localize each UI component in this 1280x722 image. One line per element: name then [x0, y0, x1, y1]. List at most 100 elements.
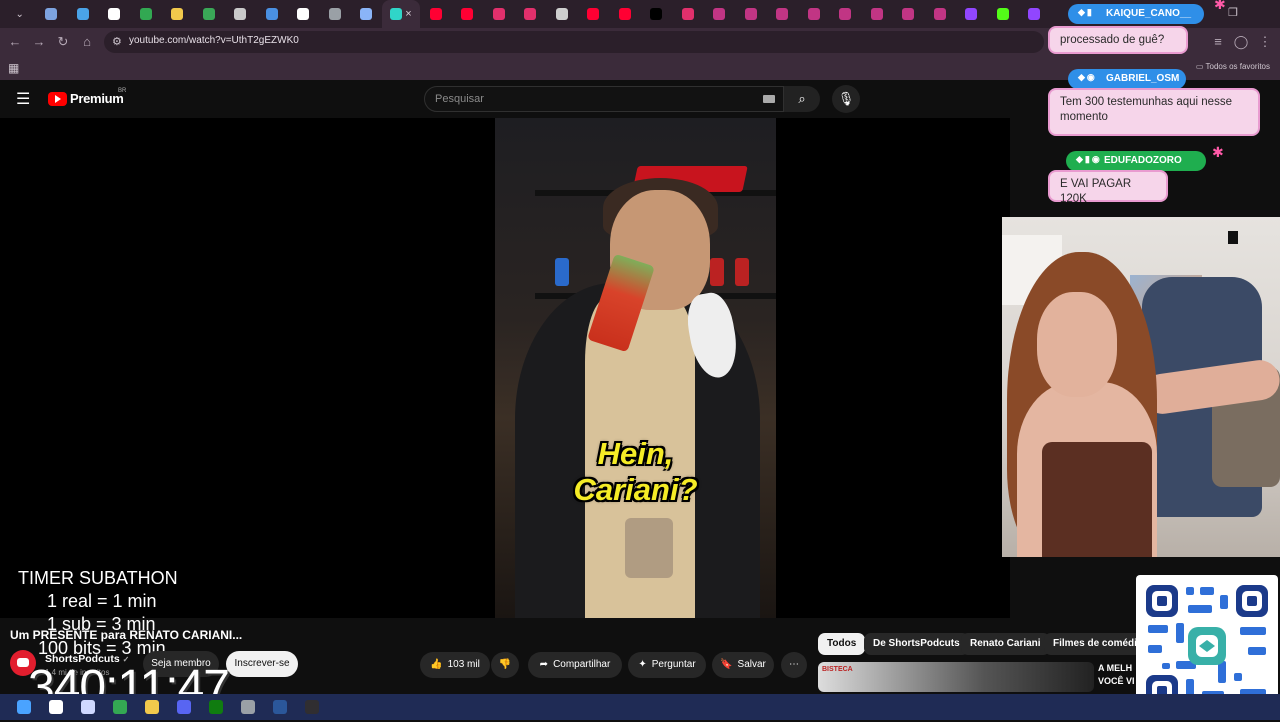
- browser-tab[interactable]: [578, 0, 610, 28]
- browser-tab[interactable]: [288, 0, 320, 28]
- thumbs-up-icon: 👍: [430, 659, 443, 670]
- close-tab-icon[interactable]: ×: [405, 8, 411, 20]
- webcam-camera-object: [1228, 231, 1238, 244]
- browser-tab[interactable]: [704, 0, 736, 28]
- menu-kebab-icon[interactable]: ⋮: [1257, 34, 1273, 50]
- browser-tab[interactable]: ×: [382, 0, 420, 28]
- chat-message-3: E VAI PAGAR 120K: [1048, 170, 1168, 205]
- youtube-premium-logo[interactable]: Premium BR: [48, 88, 126, 106]
- share-button[interactable]: ➦ Compartilhar: [528, 652, 622, 678]
- browser-tab[interactable]: [609, 0, 641, 28]
- browser-tab[interactable]: [515, 0, 547, 28]
- share-icon: ➦: [539, 659, 549, 670]
- browser-tab[interactable]: [956, 0, 988, 28]
- browser-tab[interactable]: [36, 0, 68, 28]
- browser-tab[interactable]: [225, 0, 257, 28]
- search-input[interactable]: Pesquisar: [424, 86, 784, 112]
- sparkle-icon: ✱: [1212, 144, 1224, 160]
- dislike-button[interactable]: 👎: [491, 652, 519, 678]
- browser-tab[interactable]: [641, 0, 673, 28]
- browser-tab[interactable]: [1019, 0, 1051, 28]
- chip-de-shortspodcuts[interactable]: De ShortsPodcuts: [864, 633, 969, 655]
- tab-favicon-icon: [555, 8, 568, 20]
- browser-tab[interactable]: [735, 0, 767, 28]
- home-icon[interactable]: ⌂: [79, 34, 95, 49]
- browser-tab[interactable]: [420, 0, 452, 28]
- browser-tab[interactable]: [162, 0, 194, 28]
- tab-favicon-icon: [139, 8, 152, 20]
- browser-tab[interactable]: [99, 0, 131, 28]
- search-icon: [49, 700, 63, 714]
- tab-favicon-icon: [429, 8, 442, 20]
- logo-brand-text: Premium: [70, 91, 124, 106]
- browser-tab[interactable]: [987, 0, 1019, 28]
- tab-favicon-icon: [108, 8, 121, 20]
- browser-tab[interactable]: [483, 0, 515, 28]
- browser-tab[interactable]: [546, 0, 578, 28]
- settings-icon: [241, 700, 255, 714]
- browser-tab[interactable]: [319, 0, 351, 28]
- browser-tab[interactable]: [861, 0, 893, 28]
- taskbar-obs-button[interactable]: [296, 694, 328, 720]
- tab-search-button[interactable]: ⌄: [4, 0, 36, 28]
- windows-taskbar: [0, 694, 1280, 720]
- recommended-video-title[interactable]: A MELH VOCÊ VI: [1098, 662, 1138, 688]
- chat-badge-icon: ◆◉: [1078, 72, 1097, 82]
- chip-renato-cariani[interactable]: Renato Cariani: [961, 633, 1050, 655]
- browser-tab[interactable]: [798, 0, 830, 28]
- taskbar-xbox-button[interactable]: [200, 694, 232, 720]
- taskbar-chrome-button[interactable]: [104, 694, 136, 720]
- taskbar-word-button[interactable]: [264, 694, 296, 720]
- more-actions-button[interactable]: ⋯: [781, 652, 807, 678]
- taskbar-windows-button[interactable]: [8, 694, 40, 720]
- voice-search-button[interactable]: 🎙: [832, 85, 860, 113]
- ask-button[interactable]: ✦ Perguntar: [628, 652, 706, 678]
- tab-favicon-icon: [171, 8, 184, 20]
- video-player-area[interactable]: Hein, Cariani?: [0, 118, 1010, 618]
- tab-favicon-icon: [265, 8, 278, 20]
- browser-tab[interactable]: [452, 0, 484, 28]
- taskbar-discord-button[interactable]: [168, 694, 200, 720]
- browser-tab[interactable]: [193, 0, 225, 28]
- forward-icon[interactable]: →: [31, 34, 47, 49]
- url-text: youtube.com/watch?v=UthT2gEZWK0: [129, 35, 299, 46]
- task-view-icon: [81, 700, 95, 714]
- browser-tab[interactable]: [130, 0, 162, 28]
- chip-todos[interactable]: Todos: [818, 633, 866, 655]
- discord-icon: [177, 700, 191, 714]
- reload-icon[interactable]: ↻: [55, 34, 71, 50]
- browser-tab[interactable]: [830, 0, 862, 28]
- taskbar-search-button[interactable]: [40, 694, 72, 720]
- browser-tab[interactable]: [67, 0, 99, 28]
- tab-favicon-icon: [618, 8, 631, 20]
- profile-icon[interactable]: ◯: [1233, 34, 1249, 50]
- browser-tab[interactable]: [672, 0, 704, 28]
- site-info-icon[interactable]: ⚙: [112, 35, 122, 48]
- recommended-video-thumbnail[interactable]: BISTECA: [818, 662, 1094, 692]
- hamburger-menu-icon[interactable]: ☰: [16, 89, 30, 109]
- browser-tab[interactable]: [893, 0, 925, 28]
- video-player[interactable]: Hein, Cariani?: [495, 118, 776, 618]
- browser-tab[interactable]: [351, 0, 383, 28]
- all-bookmarks-folder[interactable]: ▭ Todos os favoritos: [1196, 62, 1270, 71]
- browser-tab[interactable]: [256, 0, 288, 28]
- taskbar-settings-button[interactable]: [232, 694, 264, 720]
- keyboard-icon[interactable]: [763, 95, 775, 103]
- subscribe-button[interactable]: Inscrever-se: [226, 651, 298, 677]
- browser-tab[interactable]: [924, 0, 956, 28]
- taskbar-files-button[interactable]: [136, 694, 168, 720]
- browser-tab[interactable]: [767, 0, 799, 28]
- tab-favicon-icon: [234, 8, 247, 20]
- chat-username-2: ◆◉ GABRIEL_OSM: [1068, 69, 1186, 89]
- reading-list-icon[interactable]: ≡: [1210, 34, 1226, 49]
- taskbar-task-view-button[interactable]: [72, 694, 104, 720]
- webcam-face: [1037, 292, 1117, 397]
- address-bar[interactable]: ⚙ youtube.com/watch?v=UthT2gEZWK0: [104, 31, 1044, 53]
- restore-icon[interactable]: ❐: [1228, 6, 1238, 19]
- save-button[interactable]: 🔖 Salvar: [712, 652, 774, 678]
- apps-grid-icon[interactable]: ▦: [8, 61, 19, 75]
- search-button[interactable]: ⌕: [784, 86, 820, 112]
- back-icon[interactable]: ←: [7, 34, 23, 49]
- xbox-icon: [209, 700, 223, 714]
- like-button[interactable]: 👍 103 mil: [420, 652, 490, 678]
